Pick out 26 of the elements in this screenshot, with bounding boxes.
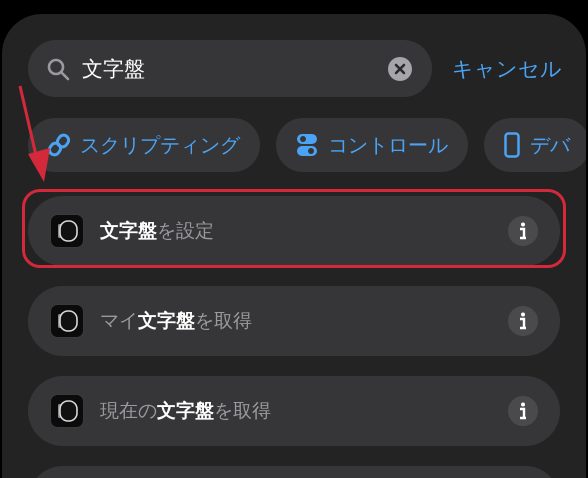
info-icon: [518, 312, 528, 330]
action-row[interactable]: 文字盤を設定: [28, 196, 560, 266]
link-icon: [48, 133, 70, 157]
category-chip[interactable]: コントロール: [276, 118, 468, 172]
toggle-icon: [296, 133, 318, 157]
info-icon: [518, 402, 528, 420]
watch-app-icon: [50, 304, 84, 338]
category-chip[interactable]: デバ: [484, 118, 586, 172]
watch-app-icon: [50, 214, 84, 248]
action-title: 現在の文字盤を取得: [100, 399, 272, 424]
search-input[interactable]: 文字盤: [82, 56, 376, 80]
action-title: マイ文字盤を取得: [100, 309, 253, 334]
category-chip[interactable]: スクリプティング: [28, 118, 260, 172]
phone-icon: [504, 132, 520, 158]
search-icon: [46, 56, 70, 80]
action-row[interactable]: 現在の文字盤を取得: [28, 376, 560, 446]
search-bar[interactable]: 文字盤: [28, 40, 432, 97]
info-button[interactable]: [508, 306, 538, 336]
action-title: 文字盤を設定: [100, 219, 215, 244]
info-button[interactable]: [508, 216, 538, 246]
info-icon: [518, 222, 528, 240]
info-button[interactable]: [508, 396, 538, 426]
cancel-button[interactable]: キャンセル: [452, 54, 562, 82]
watch-app-icon: [50, 394, 84, 428]
clear-icon[interactable]: [388, 56, 412, 80]
action-row[interactable]: マイ文字盤を取得: [28, 286, 560, 356]
